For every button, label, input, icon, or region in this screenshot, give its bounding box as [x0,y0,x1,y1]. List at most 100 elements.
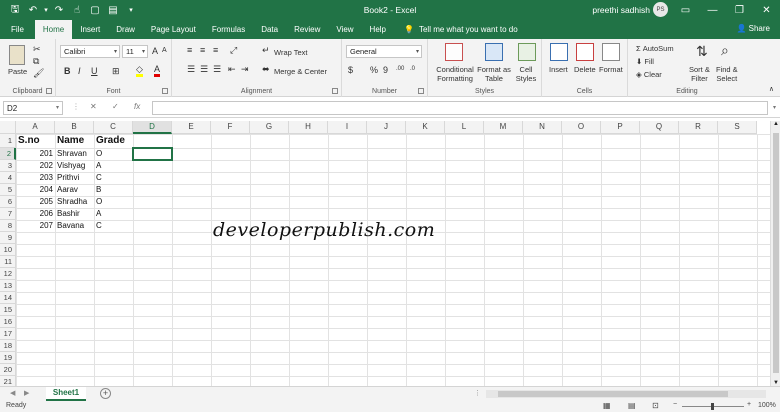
header-cell-sno[interactable]: S.no [18,134,53,148]
zoom-level[interactable]: 100% [758,402,776,409]
alignment-launcher-icon[interactable] [332,88,338,94]
vertical-scroll-thumb[interactable] [773,133,779,373]
sheet-prev-icon[interactable]: ◀ [10,389,15,397]
insert-cells-button[interactable]: Insert [549,65,568,74]
formula-input[interactable] [152,101,768,115]
currency-icon[interactable]: $ [348,65,353,75]
cell-grade[interactable]: C [96,220,131,232]
format-cells-button[interactable]: Format [599,65,623,74]
name-box-chevron-down-icon[interactable]: ▾ [56,104,59,111]
cut-icon[interactable]: ✂ [33,44,41,55]
worksheet-grid[interactable]: ABCDEFGHIJKLMNOPQRS 1 2 3 4 5 6 7 8 9 10 11 12 13 14 1… [0,121,770,386]
merge-center-button[interactable]: Merge & Center [274,67,327,76]
bold-button[interactable]: B [64,66,71,76]
font-name-select[interactable]: Calibri ▾ [60,45,120,58]
tell-me-box[interactable]: 💡 Tell me what you want to do [394,20,518,39]
cell-name[interactable]: Shradha [57,196,92,208]
align-right-icon[interactable]: ☰ [213,64,221,75]
header-cell-grade[interactable]: Grade [96,134,131,148]
cell-name[interactable]: Aarav [57,184,92,196]
borders-icon[interactable]: ⊞ [112,66,120,77]
tab-draw[interactable]: Draw [108,20,143,39]
touch-mode-icon[interactable]: ☝ [68,2,86,18]
zoom-in-button[interactable]: + [747,401,751,408]
align-middle-icon[interactable]: ≡ [200,45,205,55]
number-format-select[interactable]: General ▾ [346,45,422,58]
align-bottom-icon[interactable]: ≡ [213,45,218,55]
name-box[interactable]: D2 [3,101,63,115]
redo-icon[interactable]: ↷ [50,2,68,18]
fill-button[interactable]: ⬇ Fill [636,57,654,66]
tab-help[interactable]: Help [362,20,394,39]
vertical-scrollbar[interactable]: ▲ ▼ [770,121,780,386]
cell-grade[interactable]: B [96,184,131,196]
selected-cell-d2[interactable] [132,147,173,161]
grow-font-icon[interactable]: A [152,46,158,56]
save-icon[interactable]: 🖫 [6,2,24,18]
cell-sno[interactable]: 204 [18,184,53,196]
normal-view-icon[interactable]: ▦ [603,401,611,410]
wrap-text-icon[interactable]: ↵ [262,45,270,56]
scroll-up-icon[interactable]: ▲ [773,121,779,127]
format-as-table-icon[interactable] [485,43,503,61]
page-layout-view-icon[interactable]: ▤ [628,401,636,410]
cancel-icon[interactable]: ✕ [90,102,97,111]
format-painter-icon[interactable]: 🖌 [33,68,44,79]
share-button[interactable]: 👤 Share [736,24,770,33]
cell-name[interactable]: Bashir [57,208,92,220]
sort-filter-button[interactable]: Sort & Filter [689,65,710,83]
restore-icon[interactable]: ❐ [726,0,753,20]
add-sheet-icon[interactable]: + [100,388,111,399]
clear-button[interactable]: ◈ Clear [636,70,662,79]
sheet-tab-sheet1[interactable]: Sheet1 [46,387,86,401]
delete-cells-icon[interactable] [576,43,594,61]
minimize-icon[interactable]: — [699,0,726,20]
cell-grade[interactable]: O [96,148,131,160]
header-cell-name[interactable]: Name [57,134,92,148]
expand-formula-bar-icon[interactable]: ▾ [773,104,776,111]
tab-data[interactable]: Data [253,20,286,39]
zoom-out-button[interactable]: − [673,401,677,408]
open-file-icon[interactable]: ▤ [104,2,122,18]
underline-button[interactable]: U [91,66,98,76]
autosum-button[interactable]: Σ AutoSum [636,44,674,53]
number-launcher-icon[interactable] [418,88,424,94]
cell-sno[interactable]: 205 [18,196,53,208]
shrink-font-icon[interactable]: A [162,47,167,54]
tab-view[interactable]: View [328,20,361,39]
fill-color-icon[interactable]: ◇ [136,65,143,77]
tab-file[interactable]: File [0,20,35,39]
undo-dropdown-icon[interactable]: ▾ [42,2,50,18]
font-color-icon[interactable]: A [154,65,161,77]
tab-home[interactable]: Home [34,20,73,39]
cell-sno[interactable]: 206 [18,208,53,220]
zoom-slider-thumb[interactable] [711,403,714,410]
cell-grade[interactable]: A [96,160,131,172]
cell-sno[interactable]: 207 [18,220,53,232]
italic-button[interactable]: I [78,66,81,76]
cell-styles-icon[interactable] [518,43,536,61]
format-as-table-button[interactable]: Format as Table [476,65,512,83]
align-top-icon[interactable]: ≡ [187,45,192,55]
paste-icon[interactable] [9,45,25,65]
orientation-icon[interactable]: ⤢ [230,45,237,56]
align-center-icon[interactable]: ☰ [200,64,208,75]
cell-grade[interactable]: A [96,208,131,220]
conditional-formatting-button[interactable]: Conditional Formatting [433,65,477,83]
comma-style-icon[interactable]: 9 [383,65,388,75]
decrease-decimal-icon[interactable]: .0 [410,66,415,72]
copy-icon[interactable]: ⧉ [33,56,39,67]
find-select-button[interactable]: Find & Select [716,65,738,83]
increase-decimal-icon[interactable]: .00 [396,66,404,72]
sheet-next-icon[interactable]: ▶ [24,389,29,397]
sort-filter-icon[interactable]: ⇅ [696,43,708,60]
avatar[interactable]: PS [653,2,668,17]
cell-grade[interactable]: O [96,196,131,208]
enter-icon[interactable]: ✓ [112,102,119,111]
tab-page-layout[interactable]: Page Layout [143,20,204,39]
align-left-icon[interactable]: ☰ [187,64,195,75]
page-break-view-icon[interactable]: ⊡ [652,401,659,410]
format-cells-icon[interactable] [602,43,620,61]
tab-insert[interactable]: Insert [72,20,108,39]
cell-name[interactable]: Bavana [57,220,92,232]
